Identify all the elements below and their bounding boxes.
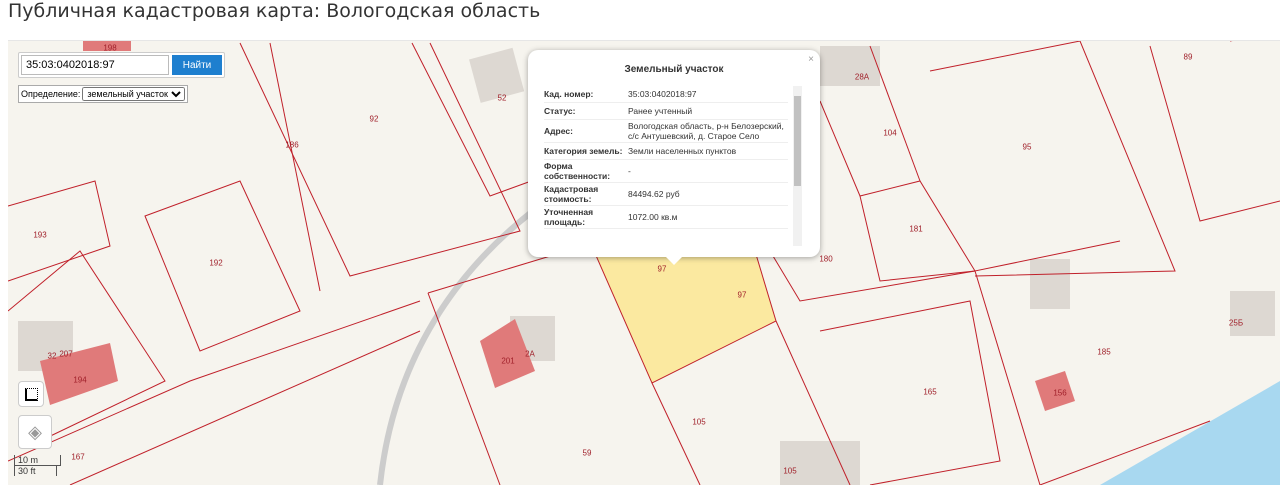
search-bar: Найти [18, 52, 225, 78]
popup-scrollbar[interactable] [793, 86, 802, 246]
scale-bar: 10 m 30 ft [14, 455, 61, 476]
layers-button[interactable]: ◈ [18, 415, 52, 449]
definition-label: Определение: [21, 89, 81, 99]
parcel-label: 97 [657, 264, 667, 274]
layers-icon: ◈ [28, 421, 42, 442]
parcel-label: 165 [923, 387, 937, 397]
popup-title: Земельный участок [624, 64, 724, 75]
info-key: Кад. номер: [544, 89, 594, 99]
parcel-label: 32 [47, 351, 57, 361]
parcel-label: 185 [1097, 347, 1111, 357]
parcel-label: 192 [209, 258, 223, 268]
parcel-label: 89 [1183, 52, 1193, 62]
cadastral-number-input[interactable] [21, 55, 169, 75]
parcel-info-popup: Земельный участок × Кад. номер: 35:03:040… [528, 50, 820, 265]
info-value: - [628, 166, 631, 176]
definition-control: Определение: земельный участок [18, 85, 189, 103]
parcel-label: 105 [692, 417, 706, 427]
info-value: 84494.62 руб [628, 189, 680, 199]
info-row: Категория земель: Земли населенных пункто… [544, 143, 788, 160]
info-value: 35:03:0402018:97 [628, 89, 697, 99]
parcel-label: 207 [59, 349, 73, 359]
parcel-label: 194 [73, 375, 87, 385]
info-value: Вологодская область, р-н Белозерский, с/… [628, 121, 784, 141]
parcel-label: 28А [854, 72, 870, 82]
info-key: Адрес: [544, 126, 573, 136]
parcel-label: 59 [582, 448, 592, 458]
info-key: Уточненная площадь: [544, 207, 594, 227]
parcel-label: 193 [33, 230, 47, 240]
parcel-label: 201 [501, 356, 515, 366]
info-value: 1072.00 кв.м [628, 212, 678, 222]
info-value: Земли населенных пунктов [628, 146, 737, 156]
info-key: Кадастровая стоимость: [544, 184, 599, 204]
selected-parcel [593, 250, 777, 384]
measure-icon [24, 387, 38, 401]
parcel-label: 92 [369, 114, 379, 124]
page-title: Публичная кадастровая карта: Вологодская… [8, 0, 541, 22]
scale-imperial: 30 ft [14, 466, 57, 476]
parcel-label: 97 [737, 290, 747, 300]
info-key: Форма собственности: [544, 161, 611, 181]
parcel-label: 25Б [1228, 318, 1244, 328]
info-key: Статус: [544, 106, 576, 116]
close-icon[interactable]: × [808, 54, 814, 65]
parcel-label: 105 [783, 466, 797, 476]
info-row: Уточненная площадь: 1072.00 кв.м [544, 206, 788, 229]
parcel-label: 52 [497, 93, 507, 103]
measure-button[interactable] [18, 381, 44, 407]
water-area [1100, 381, 1280, 485]
parcel-label: 180 [819, 254, 833, 264]
parcel-label: 167 [71, 452, 85, 462]
info-value: Ранее учтенный [628, 106, 693, 116]
info-row: Кадастровая стоимость: 84494.62 руб [544, 183, 788, 206]
parcel-label: 2А [525, 349, 535, 359]
parcel-label: 156 [1053, 388, 1067, 398]
info-key: Категория земель: [544, 146, 623, 156]
find-button[interactable]: Найти [172, 55, 222, 75]
parcel-info-table: Кад. номер: 35:03:0402018:97 Статус: Ранее … [544, 86, 788, 246]
info-row: Адрес: Вологодская область, р-н Белозерск… [544, 120, 788, 143]
parcel-label: 95 [1022, 142, 1032, 152]
parcel-label: 104 [883, 128, 897, 138]
parcel-label: 181 [909, 224, 923, 234]
info-row: Кад. номер: 35:03:0402018:97 [544, 86, 788, 103]
info-row: Статус: Ранее учтенный [544, 103, 788, 120]
info-row: Форма собственности: - [544, 160, 788, 183]
scale-metric: 10 m [14, 455, 61, 466]
definition-select[interactable]: земельный участок [82, 87, 186, 101]
parcel-label: 186 [285, 140, 299, 150]
